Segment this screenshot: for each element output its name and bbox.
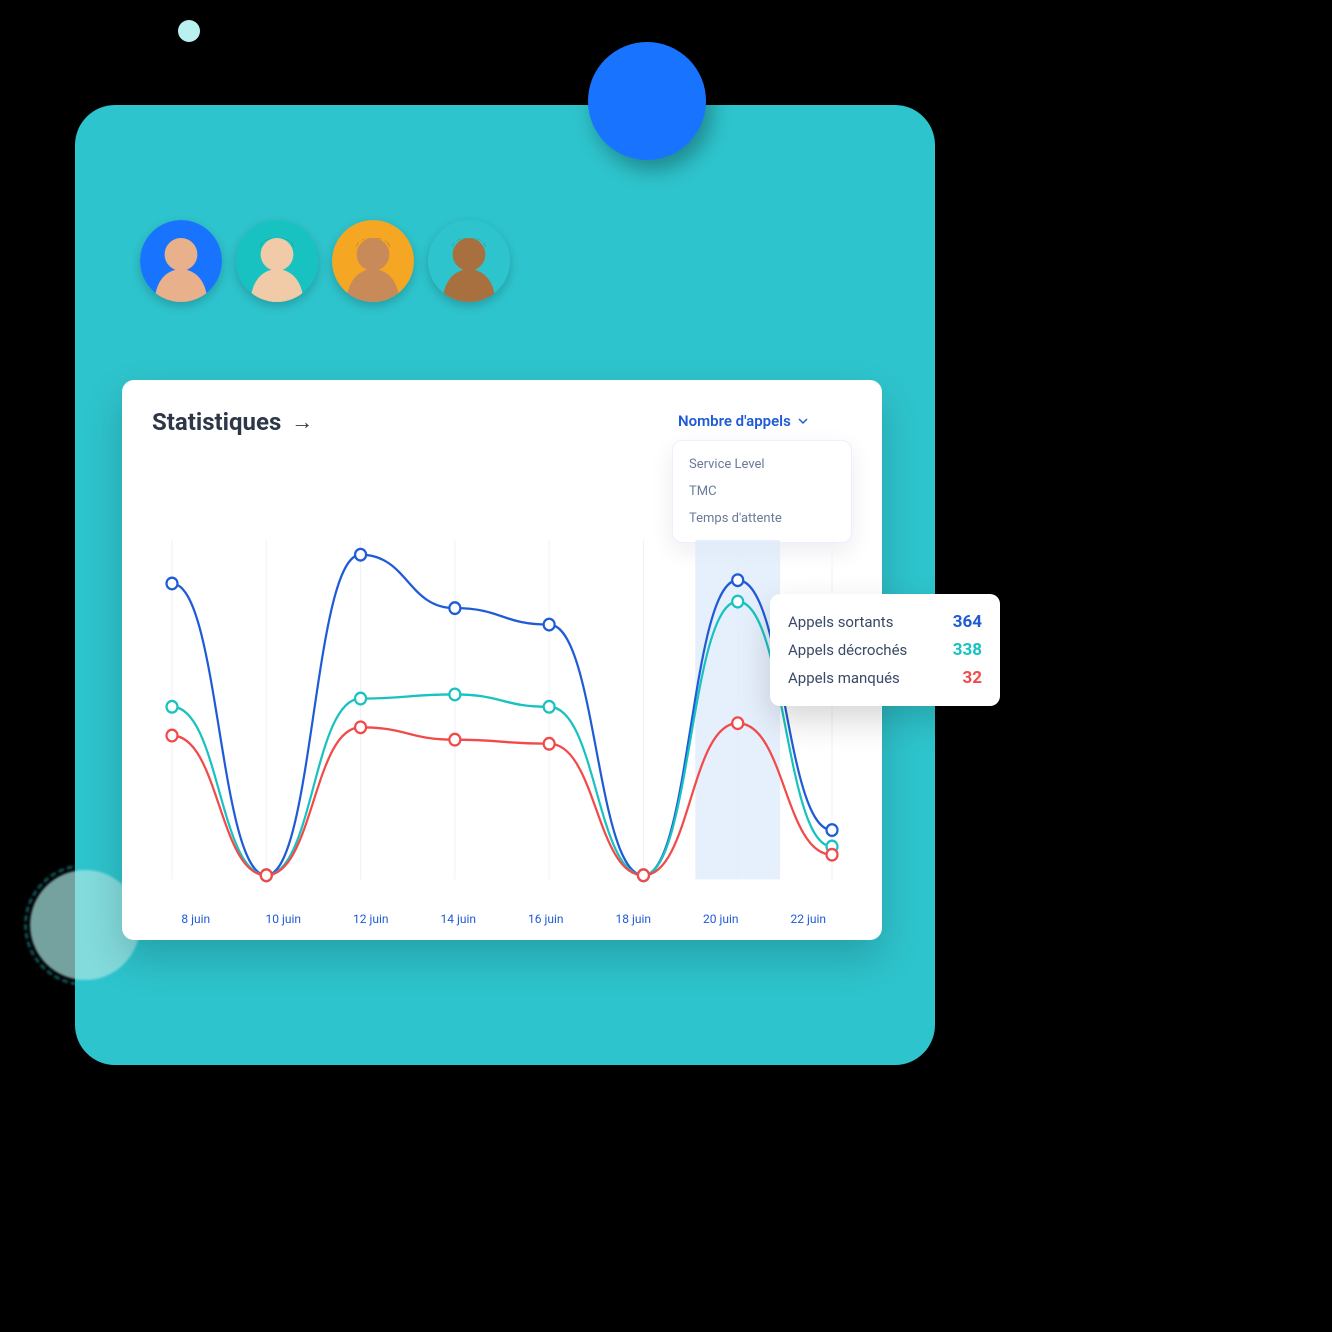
x-axis-labels: 8 juin10 juin12 juin14 juin16 juin18 jui… [152, 912, 852, 926]
tooltip-row: Appels manqués 32 [788, 664, 982, 692]
avatar-row [140, 220, 510, 302]
x-tick-label: 16 juin [502, 912, 590, 926]
line-chart [152, 540, 852, 890]
x-tick-label: 22 juin [765, 912, 853, 926]
x-tick-label: 14 juin [415, 912, 503, 926]
avatar [428, 220, 510, 302]
decorative-dot-blue [588, 42, 706, 160]
datapoint-tooltip: Appels sortants364Appels décrochés338App… [770, 594, 1000, 706]
x-tick-label: 10 juin [240, 912, 328, 926]
tooltip-value: 338 [953, 640, 982, 660]
metric-dropdown[interactable]: Nombre d'appels Service LevelTMCTemps d'… [672, 408, 852, 543]
chevron-down-icon [797, 415, 809, 427]
card-title-text: Statistiques [152, 408, 281, 436]
tooltip-row: Appels décrochés 338 [788, 636, 982, 664]
dropdown-item[interactable]: Temps d'attente [687, 505, 837, 532]
dropdown-selected[interactable]: Nombre d'appels [672, 408, 852, 434]
x-tick-label: 12 juin [327, 912, 415, 926]
tooltip-value: 32 [962, 668, 982, 688]
dropdown-item[interactable]: Service Level [687, 451, 837, 478]
x-tick-label: 20 juin [677, 912, 765, 926]
tooltip-value: 364 [953, 612, 982, 632]
chart-area [152, 540, 852, 890]
x-tick-label: 18 juin [590, 912, 678, 926]
tooltip-label: Appels manqués [788, 669, 900, 687]
dropdown-item[interactable]: TMC [687, 478, 837, 505]
card-title: Statistiques → [152, 408, 313, 436]
tooltip-label: Appels décrochés [788, 641, 907, 659]
avatar [236, 220, 318, 302]
tooltip-label: Appels sortants [788, 613, 893, 631]
stats-card: Statistiques → Nombre d'appels Service L… [122, 380, 882, 940]
avatar [140, 220, 222, 302]
dropdown-selected-text: Nombre d'appels [678, 412, 791, 430]
dropdown-menu: Service LevelTMCTemps d'attente [672, 440, 852, 543]
x-tick-label: 8 juin [152, 912, 240, 926]
decorative-dot-small [178, 20, 200, 42]
arrow-right-icon: → [291, 409, 313, 435]
tooltip-row: Appels sortants 364 [788, 608, 982, 636]
avatar [332, 220, 414, 302]
